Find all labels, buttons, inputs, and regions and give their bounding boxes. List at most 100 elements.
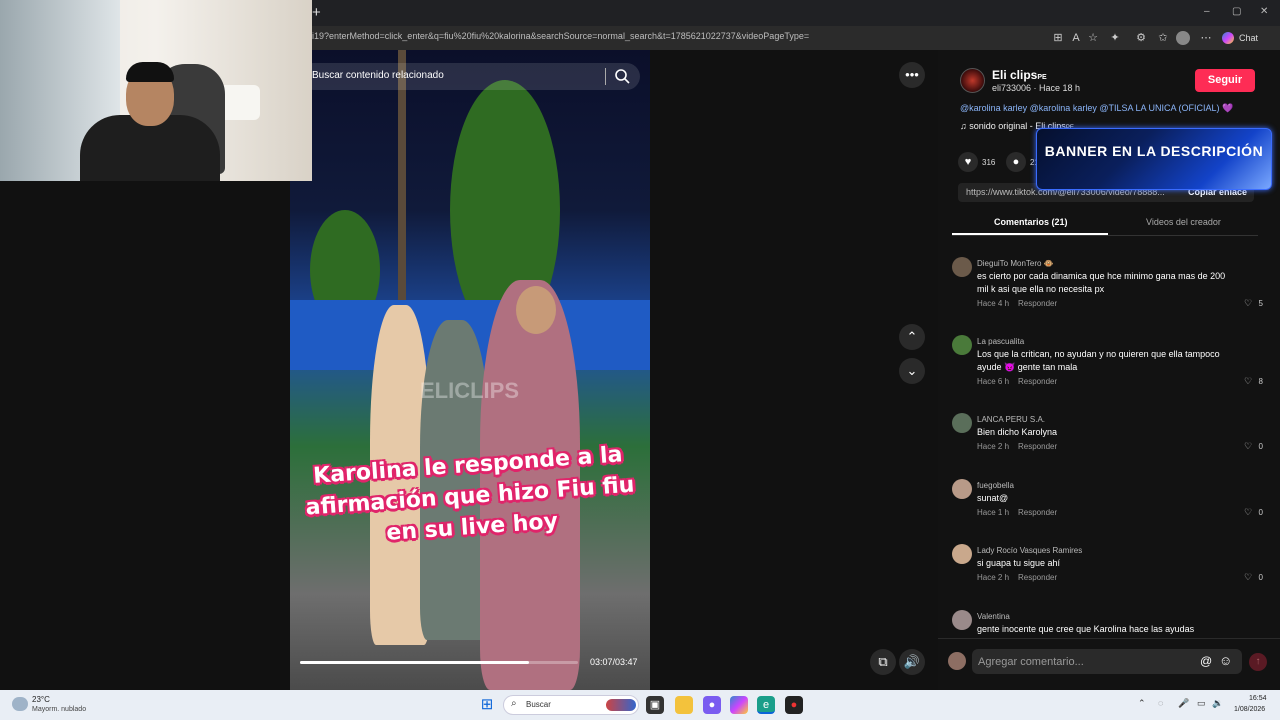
comment-text: si guapa tu sigue ahí [977, 558, 1061, 568]
clock-time[interactable]: 16:54 [1249, 695, 1267, 702]
weather-temperature[interactable]: 23°C [32, 695, 50, 704]
author-name[interactable]: Eli clipsPE [992, 68, 1047, 82]
comment-like-count: 0 [1258, 573, 1263, 582]
author-avatar[interactable] [960, 68, 985, 93]
follow-button[interactable]: Seguir [1195, 69, 1255, 92]
taskbar-search-label[interactable]: Buscar [526, 700, 551, 709]
related-search-input[interactable]: Buscar contenido relacionado [312, 70, 444, 81]
comment-avatar[interactable] [952, 479, 972, 499]
more-options-icon[interactable]: ••• [899, 62, 925, 88]
comment-avatar[interactable] [952, 610, 972, 630]
comment-text: gente inocente que cree que Karolina hac… [977, 624, 1195, 634]
likes-count: 316 [982, 158, 996, 167]
extensions-icon[interactable]: ✦ [1107, 30, 1123, 46]
obs-icon[interactable]: ● [785, 696, 803, 714]
search-icon[interactable] [614, 68, 630, 84]
microphone-icon[interactable]: 🎤 [1178, 698, 1189, 709]
copilot-icon[interactable] [1222, 32, 1234, 44]
comment-icon[interactable]: ● [1006, 152, 1026, 172]
comment-text: Bien dicho Karolyna [977, 427, 1058, 437]
tray-icon[interactable]: ◌ [1158, 698, 1163, 708]
network-icon[interactable]: ▭ [1197, 698, 1206, 709]
comment-reply-button[interactable]: Responder [1018, 508, 1057, 517]
author-name-badge: PE [1037, 74, 1047, 81]
task-view-icon[interactable]: ▣ [646, 696, 664, 714]
pip-icon[interactable]: ⧉ [870, 649, 896, 675]
comment-avatar[interactable] [952, 335, 972, 355]
comment-reply-button[interactable]: Responder [1018, 442, 1057, 451]
taskbar-search-icon: ⌕ [511, 698, 517, 709]
star-icon[interactable]: ☆ [1085, 30, 1101, 46]
webcam-overlay [0, 0, 312, 181]
translate-icon[interactable]: A [1068, 30, 1084, 46]
comment-time: Hace 1 h [977, 508, 1010, 517]
comment-text: es cierto por cada dinamica que hce mini… [977, 271, 1226, 294]
comment-username[interactable]: LANCA PERU S.A. [977, 415, 1045, 424]
tab-comments[interactable]: Comentarios (21) [994, 217, 1068, 227]
volume-icon[interactable]: 🔊 [899, 649, 925, 675]
comment-username[interactable]: Lady Rocío Vasques Ramires [977, 546, 1082, 555]
comment-username[interactable]: Valentina [977, 612, 1010, 621]
music-icon: ♫ [960, 121, 970, 131]
comment-username[interactable]: DieguiTo MonTero 🐵 [977, 259, 1054, 268]
video-player[interactable] [290, 50, 650, 690]
next-video-icon[interactable]: ⌄ [899, 358, 925, 384]
video-watermark: ELICLIPS [420, 378, 520, 403]
settings-icon[interactable]: ⚙ [1133, 30, 1149, 46]
minimize-button[interactable]: – [1204, 6, 1210, 17]
webcam-person-hair [126, 62, 174, 82]
comment-like-count: 8 [1258, 377, 1263, 386]
video-face [516, 286, 556, 334]
speaker-icon[interactable]: 🔉 [1212, 698, 1223, 709]
comment-reply-button[interactable]: Responder [1018, 573, 1057, 582]
new-tab-button[interactable]: + [312, 4, 321, 21]
comment-like-count: 5 [1258, 299, 1263, 308]
current-user-avatar [948, 652, 966, 670]
comment-username[interactable]: fuegobella [977, 481, 1014, 490]
weather-description[interactable]: Mayorm. nublado [32, 706, 86, 713]
tab-active-indicator [952, 233, 1108, 235]
comment-time: Hace 2 h [977, 573, 1010, 582]
send-icon[interactable]: ↑ [1249, 653, 1267, 671]
comment-avatar[interactable] [952, 257, 972, 277]
close-window-button[interactable]: ✕ [1260, 6, 1268, 17]
profile-avatar[interactable] [1176, 31, 1190, 45]
emoji-icon[interactable]: ☺ [1219, 653, 1232, 668]
weather-icon [12, 697, 28, 711]
comment-reply-button[interactable]: Responder [1018, 377, 1057, 386]
copilot-app-icon[interactable] [730, 696, 748, 714]
mention-icon[interactable]: @ [1200, 654, 1212, 668]
progress-fill [300, 661, 529, 664]
messaging-app-icon[interactable]: ● [703, 696, 721, 714]
tab-creator-videos[interactable]: Videos del creador [1146, 217, 1221, 227]
url-field[interactable]: i19?enterMethod=click_enter&q=fiu%20fiu%… [312, 31, 809, 41]
search-divider [605, 68, 606, 85]
author-name-text[interactable]: Eli clips [992, 68, 1037, 82]
start-icon[interactable]: ⊞ [478, 696, 496, 714]
banner-text: BANNER EN LA DESCRIPCIÓN [1044, 143, 1264, 159]
tab-divider [952, 235, 1258, 236]
previous-video-icon[interactable]: ⌃ [899, 324, 925, 350]
video-description[interactable]: @karolina karley @karolina karley @TILSA… [960, 103, 1233, 114]
comment-reply-button[interactable]: Responder [1018, 299, 1057, 308]
comment-username[interactable]: La pascualita [977, 337, 1024, 346]
comment-like-count: 0 [1258, 508, 1263, 517]
search-highlight-icon [606, 699, 636, 711]
chat-button[interactable]: Chat [1239, 33, 1258, 43]
taskbar [0, 690, 1280, 720]
file-explorer-icon[interactable] [675, 696, 693, 714]
grid-icon[interactable]: ⊞ [1050, 30, 1066, 46]
comment-time: Hace 4 h [977, 299, 1010, 308]
comment-avatar[interactable] [952, 413, 972, 433]
comment-avatar[interactable] [952, 544, 972, 564]
comment-text: Los que la critican, no ayudan y no quie… [977, 349, 1220, 372]
more-menu-icon[interactable]: ⋯ [1198, 30, 1214, 46]
maximize-button[interactable]: ▢ [1232, 6, 1241, 17]
show-hidden-icons[interactable]: ⌃ [1138, 698, 1146, 709]
clock-date[interactable]: 1/08/2026 [1234, 706, 1265, 713]
video-time: 03:07/03:47 [590, 657, 638, 667]
heart-icon[interactable]: ♥ [958, 152, 978, 172]
comment-like-count: 0 [1258, 442, 1263, 451]
edge-icon[interactable]: e [757, 696, 775, 714]
favorites-icon[interactable]: ✩ [1155, 30, 1171, 46]
